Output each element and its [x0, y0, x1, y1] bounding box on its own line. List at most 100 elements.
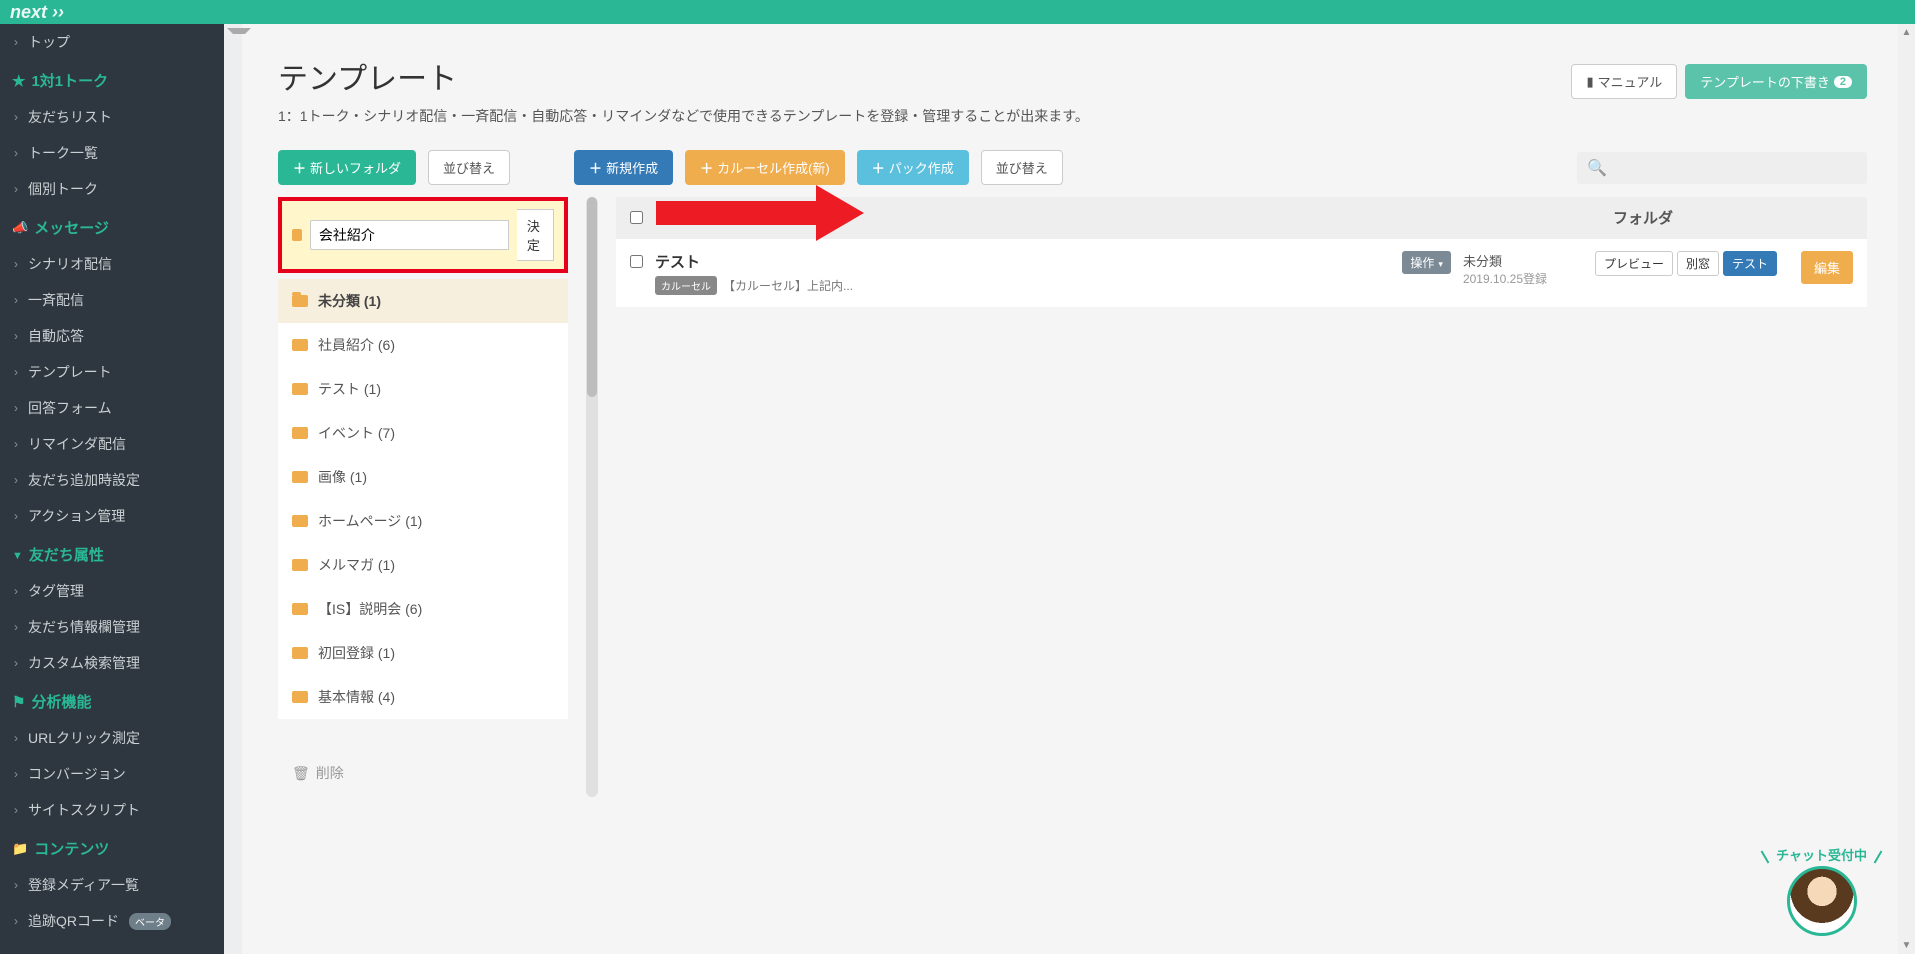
ops-button[interactable]: 操作	[1402, 251, 1451, 274]
scroll-down-icon[interactable]: ▼	[1898, 937, 1915, 954]
folder-item[interactable]: ホームページ (1)	[278, 499, 568, 543]
col-name: テン	[655, 207, 685, 228]
sidebar-item-form[interactable]: 回答フォーム	[0, 390, 224, 426]
template-row: テスト カルーセル 【カルーセル】上記内... 操作 未分類 2019.10.2…	[616, 238, 1867, 307]
template-tag: カルーセル	[655, 276, 717, 295]
new-folder-button[interactable]: 新しいフォルダ	[278, 150, 416, 185]
folder-item[interactable]: 基本情報 (4)	[278, 675, 568, 719]
draft-button[interactable]: テンプレートの下書き2	[1685, 64, 1867, 99]
sidebar-item-on-add[interactable]: 友だち追加時設定	[0, 462, 224, 498]
new-create-button[interactable]: 新規作成	[574, 150, 673, 185]
sidebar-item-scenario[interactable]: シナリオ配信	[0, 246, 224, 282]
delete-button[interactable]: 削除	[278, 749, 568, 797]
folder-icon	[292, 603, 308, 615]
page-description: 1：1トーク・シナリオ配信・一斉配信・自動応答・リマインダなどで使用できるテンプ…	[278, 106, 1867, 126]
sort-button-2[interactable]: 並び替え	[981, 150, 1063, 185]
new-folder-input[interactable]	[310, 220, 509, 250]
test-button[interactable]: テスト	[1723, 251, 1777, 276]
scroll-up-icon[interactable]: ▲	[1898, 24, 1915, 41]
logo: next ››	[10, 2, 64, 23]
folder-icon	[292, 691, 308, 703]
chat-widget[interactable]: チャット受付中	[1754, 845, 1889, 936]
folder-item-uncategorized[interactable]: 未分類 (1)	[278, 279, 568, 323]
draft-count: 2	[1834, 76, 1852, 88]
carousel-create-button[interactable]: カルーセル作成(新)	[685, 150, 845, 185]
plus-icon	[700, 158, 713, 177]
sidebar-item-info[interactable]: 友だち情報欄管理	[0, 609, 224, 645]
template-panel: テン フォルダ テスト カルーセル 【カルーセル】上記内...	[616, 197, 1867, 307]
sidebar-item-top[interactable]: トップ	[0, 24, 224, 60]
preview-button[interactable]: プレビュー	[1595, 251, 1673, 276]
select-all-checkbox[interactable]	[630, 211, 643, 224]
content-scrollbar[interactable]: ▲ ▼	[1898, 24, 1915, 954]
manual-icon	[1586, 74, 1593, 90]
topbar: next ››	[0, 0, 1915, 24]
col-folder: フォルダ	[1613, 207, 1853, 228]
star-icon	[12, 72, 25, 90]
folder-item[interactable]: 初回登録 (1)	[278, 631, 568, 675]
sidebar-item-tag[interactable]: タグ管理	[0, 573, 224, 609]
template-name: テスト	[655, 251, 1390, 272]
bullhorn-icon	[12, 219, 28, 236]
manual-button[interactable]: マニュアル	[1571, 64, 1677, 99]
folder-item[interactable]: テスト (1)	[278, 367, 568, 411]
folder-icon	[292, 471, 308, 483]
sidebar-section-1on1[interactable]: 1対1トーク	[0, 60, 224, 99]
pack-create-button[interactable]: パック作成	[857, 150, 969, 185]
sidebar-scrollbar[interactable]	[224, 24, 242, 954]
sidebar-item-media[interactable]: 登録メディア一覧	[0, 867, 224, 903]
sidebar-item-autoreply[interactable]: 自動応答	[0, 318, 224, 354]
folder-item[interactable]: 【IS】説明会 (6)	[278, 587, 568, 631]
folder-icon	[292, 229, 302, 241]
folder-section-icon	[12, 840, 28, 857]
row-date: 2019.10.25登録	[1463, 270, 1583, 287]
folder-icon	[292, 515, 308, 527]
annotation-arrow	[656, 191, 886, 235]
sidebar-item-qr[interactable]: 追跡QRコードベータ	[0, 903, 224, 939]
sidebar-section-analytics[interactable]: 分析機能	[0, 681, 224, 720]
confirm-button[interactable]: 決定	[517, 209, 554, 261]
sidebar-item-conversion[interactable]: コンバージョン	[0, 756, 224, 792]
folder-scrollbar[interactable]	[586, 197, 598, 797]
sidebar-item-url-click[interactable]: URLクリック測定	[0, 720, 224, 756]
folder-icon	[292, 559, 308, 571]
folder-icon	[292, 427, 308, 439]
sidebar-item-individual-talk[interactable]: 個別トーク	[0, 171, 224, 207]
folder-item[interactable]: 社員紹介 (6)	[278, 323, 568, 367]
sidebar-section-attributes[interactable]: 友だち属性	[0, 534, 224, 573]
plus-icon	[293, 158, 306, 177]
folder-item[interactable]: 画像 (1)	[278, 455, 568, 499]
folder-icon	[292, 339, 308, 351]
search-box[interactable]	[1577, 152, 1867, 184]
folder-item[interactable]: イベント (7)	[278, 411, 568, 455]
sidebar-section-message[interactable]: メッセージ	[0, 207, 224, 246]
template-header: テン フォルダ	[616, 197, 1867, 238]
sidebar-item-talk-list[interactable]: トーク一覧	[0, 135, 224, 171]
new-window-button[interactable]: 別窓	[1677, 251, 1719, 276]
chat-label: チャット受付中	[1754, 845, 1889, 864]
sidebar-item-template[interactable]: テンプレート	[0, 354, 224, 390]
folder-item[interactable]: メルマガ (1)	[278, 543, 568, 587]
toolbar: 新しいフォルダ 並び替え 新規作成 カルーセル作成(新) パック作成 並び替え	[278, 150, 1867, 185]
new-folder-row: 決定	[278, 197, 568, 273]
row-folder: 未分類	[1463, 251, 1583, 270]
search-icon	[1587, 160, 1607, 177]
sidebar-section-contents[interactable]: コンテンツ	[0, 828, 224, 867]
filter-icon	[12, 546, 23, 563]
folder-icon	[292, 647, 308, 659]
sidebar-item-site-script[interactable]: サイトスクリプト	[0, 792, 224, 828]
sidebar-item-custom-search[interactable]: カスタム検索管理	[0, 645, 224, 681]
trash-icon	[292, 765, 310, 782]
row-checkbox[interactable]	[630, 255, 643, 268]
flag-icon	[12, 693, 25, 711]
sidebar-item-action[interactable]: アクション管理	[0, 498, 224, 534]
chat-avatar	[1787, 866, 1857, 936]
edit-button[interactable]: 編集	[1801, 251, 1853, 284]
template-subtitle: 【カルーセル】上記内...	[723, 277, 853, 294]
sort-button-1[interactable]: 並び替え	[428, 150, 510, 185]
beta-badge: ベータ	[129, 913, 171, 930]
sidebar-item-friend-list[interactable]: 友だちリスト	[0, 99, 224, 135]
sidebar-item-reminder[interactable]: リマインダ配信	[0, 426, 224, 462]
sidebar-item-broadcast[interactable]: 一斉配信	[0, 282, 224, 318]
sidebar: トップ 1対1トーク 友だちリスト トーク一覧 個別トーク メッセージ シナリオ…	[0, 24, 224, 954]
